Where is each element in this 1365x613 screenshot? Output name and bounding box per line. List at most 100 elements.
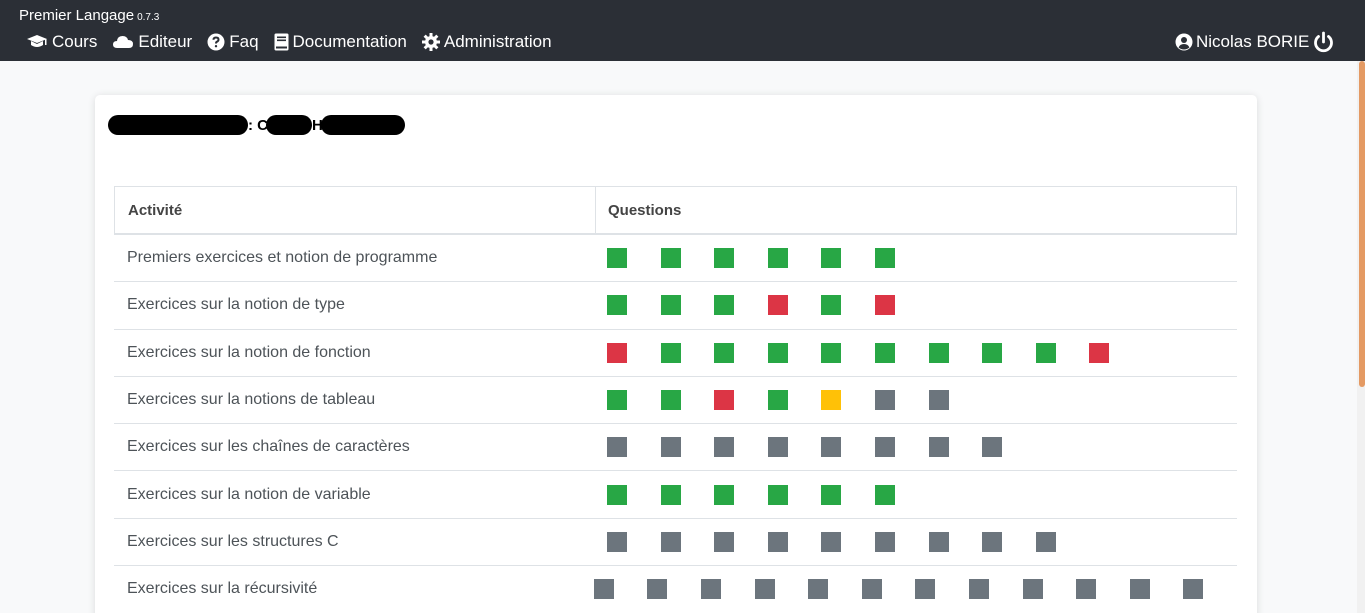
question-status-square[interactable] [593,579,614,600]
question-status-square[interactable] [660,437,681,458]
question-status-square[interactable] [767,295,788,316]
question-status-square[interactable] [982,437,1003,458]
question-status-square[interactable] [915,579,936,600]
nav-label-cours: Cours [52,32,98,51]
questions-cell [595,424,1237,470]
graduation-cap-icon [27,35,47,47]
question-status-square[interactable] [1035,531,1056,552]
question-status-square[interactable] [714,295,735,316]
user-circle-icon [1175,33,1193,51]
question-status-square[interactable] [821,390,842,411]
activity-name[interactable]: Exercices sur les chaînes de caractères [114,424,595,470]
question-status-square[interactable] [928,390,949,411]
activity-name[interactable]: Exercices sur la notions de tableau [114,377,595,423]
question-status-square[interactable] [767,390,788,411]
question-status-square[interactable] [821,342,842,363]
table-body: Premiers exercices et notion de programm… [114,234,1237,612]
table-row: Exercices sur la notion de fonction [114,328,1237,376]
question-status-square[interactable] [821,484,842,505]
activity-name[interactable]: Exercices sur la récursivité [114,566,582,612]
table-row: Exercices sur la récursivité [114,565,1237,612]
redacted-name-block [320,115,405,135]
student-title-separator: : C [248,116,268,134]
question-status-square[interactable] [607,342,627,363]
results-table: Activité Questions Premiers exercices et… [114,186,1237,612]
question-status-square[interactable] [874,248,895,269]
question-status-square[interactable] [607,484,627,505]
question-status-square[interactable] [607,248,627,269]
activity-name[interactable]: Exercices sur la notion de fonction [114,330,595,376]
question-status-square[interactable] [754,579,775,600]
question-status-square[interactable] [861,579,882,600]
question-status-square[interactable] [660,484,681,505]
question-status-square[interactable] [874,531,895,552]
power-icon [1314,31,1333,53]
question-status-square[interactable] [928,531,949,552]
question-status-square[interactable] [607,437,627,458]
question-status-square[interactable] [660,531,681,552]
question-status-square[interactable] [767,342,788,363]
question-status-square[interactable] [874,437,895,458]
question-status-square[interactable] [660,390,681,411]
question-status-square[interactable] [714,342,735,363]
table-row: Exercices sur les structures C [114,517,1237,565]
question-status-square[interactable] [714,248,735,269]
cloud-icon [113,36,134,48]
top-navbar: Premier Langage 0.7.3 Cours Editeur Faq D… [0,0,1365,61]
question-status-square[interactable] [714,484,735,505]
activity-name[interactable]: Premiers exercices et notion de programm… [114,235,595,281]
redacted-name-block [266,115,312,135]
nav-item-documentation[interactable]: Documentation [274,32,407,52]
question-status-square[interactable] [821,531,842,552]
question-status-square[interactable] [607,295,627,316]
question-status-square[interactable] [808,579,829,600]
logout-button[interactable] [1312,31,1335,59]
activity-name[interactable]: Exercices sur la notion de type [114,282,595,328]
nav-item-editeur[interactable]: Editeur [112,32,192,52]
activity-name[interactable]: Exercices sur la notion de variable [114,471,595,517]
question-status-square[interactable] [821,248,842,269]
question-status-square[interactable] [928,342,949,363]
question-status-square[interactable] [767,484,788,505]
question-status-square[interactable] [714,531,735,552]
question-status-square[interactable] [982,531,1003,552]
activity-name[interactable]: Exercices sur les structures C [114,519,595,565]
question-status-square[interactable] [607,531,627,552]
questions-cell [595,330,1237,376]
question-status-square[interactable] [982,342,1003,363]
question-status-square[interactable] [660,248,681,269]
nav-item-cours[interactable]: Cours [26,32,97,52]
question-status-square[interactable] [767,437,788,458]
nav-label-faq: Faq [229,32,259,51]
question-status-square[interactable] [928,437,949,458]
question-status-square[interactable] [821,295,842,316]
question-status-square[interactable] [874,484,895,505]
user-name: Nicolas BORIE [1196,32,1310,51]
question-status-square[interactable] [767,531,788,552]
question-status-square[interactable] [1089,342,1110,363]
question-status-square[interactable] [767,248,788,269]
header-activity: Activité [115,187,596,233]
question-status-square[interactable] [821,437,842,458]
question-status-square[interactable] [874,342,895,363]
user-menu[interactable]: Nicolas BORIE [1175,32,1309,52]
question-status-square[interactable] [647,579,668,600]
question-status-square[interactable] [714,390,735,411]
nav-item-faq[interactable]: Faq [207,32,259,52]
app-brand[interactable]: Premier Langage 0.7.3 [19,7,159,24]
scrollbar-thumb[interactable] [1359,61,1365,387]
question-status-square[interactable] [1035,342,1056,363]
question-status-square[interactable] [607,390,627,411]
question-status-square[interactable] [874,295,895,316]
question-status-square[interactable] [1022,579,1043,600]
question-status-square[interactable] [874,390,895,411]
nav-item-administration[interactable]: Administration [421,32,552,52]
question-status-square[interactable] [660,295,681,316]
question-status-square[interactable] [1183,579,1204,600]
question-status-square[interactable] [1129,579,1150,600]
question-status-square[interactable] [714,437,735,458]
question-status-square[interactable] [701,579,722,600]
question-status-square[interactable] [1076,579,1097,600]
question-status-square[interactable] [969,579,990,600]
question-status-square[interactable] [660,342,681,363]
